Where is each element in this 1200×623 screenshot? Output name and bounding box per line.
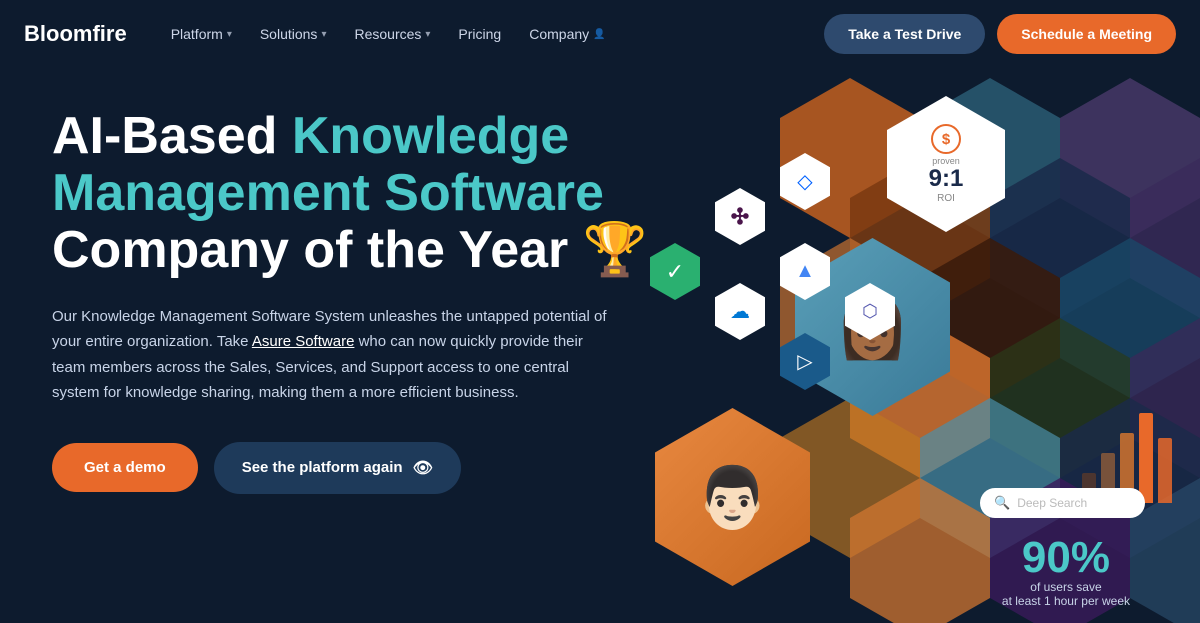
icon-hex-dropbox: ◇ <box>780 153 830 210</box>
nav-company[interactable]: Company 👤 <box>517 18 617 50</box>
eye-icon: 👁 <box>413 458 433 478</box>
nav-resources[interactable]: Resources ▾ <box>342 18 442 50</box>
stat-subtitle1: of users save <box>1002 580 1130 594</box>
navbar: Bloomfire Platform ▾ Solutions ▾ Resourc… <box>0 0 1200 68</box>
nav-cta-group: Take a Test Drive Schedule a Meeting <box>824 14 1176 54</box>
icon-hex-check: ✓ <box>650 243 700 300</box>
icon-hex-gdrive: ▲ <box>780 243 830 300</box>
icon-hex-cloud: ☁ <box>715 283 765 340</box>
nav-platform[interactable]: Platform ▾ <box>159 18 244 50</box>
asure-link[interactable]: Asure Software <box>252 333 355 350</box>
stat-percentage: 90% <box>1002 536 1130 580</box>
roi-label: ROI <box>937 193 955 204</box>
test-drive-button[interactable]: Take a Test Drive <box>824 14 985 54</box>
nav-pricing[interactable]: Pricing <box>446 18 513 50</box>
hero-buttons: Get a demo See the platform again 👁 <box>52 442 648 494</box>
search-icon: 🔍 <box>994 495 1010 511</box>
nav-links: Platform ▾ Solutions ▾ Resources ▾ Prici… <box>159 18 825 50</box>
see-platform-button[interactable]: See the platform again 👁 <box>214 442 461 494</box>
schedule-meeting-button[interactable]: Schedule a Meeting <box>997 14 1176 54</box>
roi-ratio: 9:1 <box>929 166 964 192</box>
icon-hex-slack: ✣ <box>715 188 765 245</box>
hero-content: AI-Based Knowledge Management Software C… <box>52 108 648 494</box>
person-hex-2: 👨🏻 <box>655 408 810 586</box>
deep-search-box[interactable]: 🔍 Deep Search <box>980 488 1145 518</box>
logo[interactable]: Bloomfire <box>24 21 127 47</box>
person-icon: 👤 <box>593 29 605 40</box>
search-placeholder: Deep Search <box>1017 496 1087 510</box>
hero-section: 👩🏾 👨🏻 ✣ ◇ ✓ ☁ ▲ <box>0 68 1200 623</box>
icon-hex-teams: ⬡ <box>845 283 895 340</box>
chevron-down-icon: ▾ <box>227 29 232 40</box>
hero-title: AI-Based Knowledge Management Software C… <box>52 108 648 280</box>
icon-hex-arrow: ▷ <box>780 333 830 390</box>
stat-block: 90% of users save at least 1 hour per we… <box>1002 536 1130 608</box>
stat-subtitle2: at least 1 hour per week <box>1002 594 1130 608</box>
nav-solutions[interactable]: Solutions ▾ <box>248 18 339 50</box>
chevron-down-icon: ▾ <box>425 29 430 40</box>
chevron-down-icon: ▾ <box>321 29 326 40</box>
get-demo-button[interactable]: Get a demo <box>52 443 198 492</box>
hero-description: Our Knowledge Management Software System… <box>52 304 612 406</box>
